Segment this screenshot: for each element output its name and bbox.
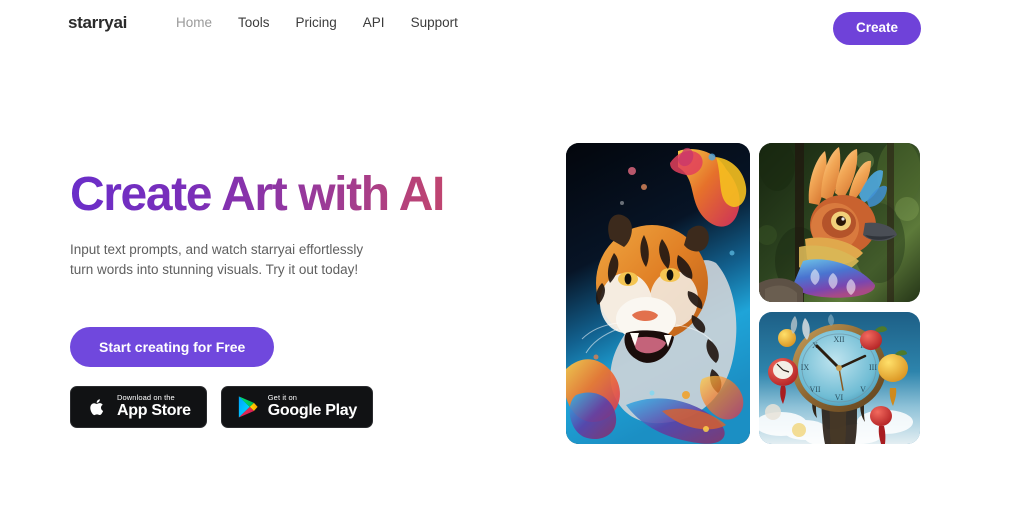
start-creating-button[interactable]: Start creating for Free: [70, 326, 275, 367]
hero-subtitle: Input text prompts, and watch starryai e…: [70, 240, 390, 279]
google-play-icon: [237, 395, 259, 419]
nav-item-support[interactable]: Support: [411, 15, 458, 30]
google-play-badge-text: Get it on Google Play: [268, 394, 357, 420]
nav-item-api[interactable]: API: [363, 15, 385, 30]
brand-logo[interactable]: starryai: [68, 13, 127, 33]
svg-text:IX: IX: [801, 363, 810, 372]
app-store-badge-text: Download on the App Store: [117, 394, 191, 420]
hero-artwork-gallery: XII II III V VI VII IX X: [566, 143, 920, 444]
app-store-badge-title: App Store: [117, 402, 191, 420]
svg-text:VI: VI: [835, 393, 844, 402]
tiger-paint-splash-artwork[interactable]: [566, 143, 750, 444]
google-play-badge[interactable]: Get it on Google Play: [220, 385, 373, 428]
hero-subtitle-line-1: Input text prompts, and watch starryai e…: [70, 242, 364, 258]
app-store-badge-subtitle: Download on the: [117, 392, 175, 402]
page-title: Create Art with AI: [70, 169, 510, 220]
nav-item-pricing[interactable]: Pricing: [296, 15, 337, 30]
apple-logo-icon: [86, 395, 108, 419]
landing-page: starryai Home Tools Pricing API Support …: [0, 0, 1024, 510]
google-play-badge-subtitle: Get it on: [267, 392, 297, 402]
svg-text:VII: VII: [809, 385, 820, 394]
hero-subtitle-line-2: turn words into stunning visuals. Try it…: [70, 261, 359, 277]
surreal-clock-artwork[interactable]: XII II III V VI VII IX X: [759, 312, 920, 444]
nav-item-home[interactable]: Home: [176, 15, 212, 30]
main-navigation: Home Tools Pricing API Support: [176, 15, 458, 30]
app-store-badge[interactable]: Download on the App Store: [70, 385, 207, 428]
svg-text:XII: XII: [833, 335, 844, 344]
svg-text:V: V: [860, 385, 866, 394]
colorful-bird-artwork[interactable]: [759, 143, 920, 302]
hero-content: Create Art with AI Input text prompts, a…: [70, 169, 510, 428]
google-play-badge-title: Google Play: [267, 402, 357, 420]
site-header: starryai Home Tools Pricing API Support …: [0, 0, 1024, 58]
create-button[interactable]: Create: [832, 12, 921, 45]
app-store-badges: Download on the App Store Get it on Goog…: [70, 385, 510, 428]
svg-text:III: III: [869, 363, 877, 372]
nav-item-tools[interactable]: Tools: [238, 15, 270, 30]
